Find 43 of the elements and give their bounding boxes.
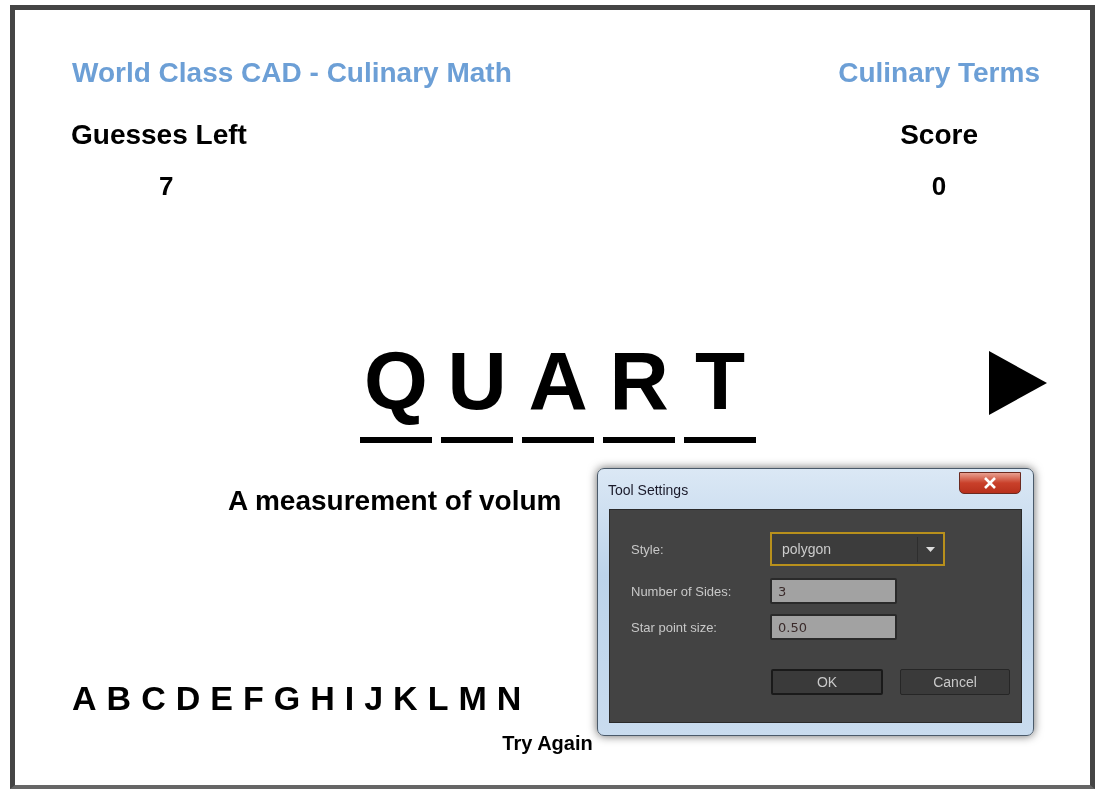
play-icon[interactable] <box>989 351 1047 415</box>
letter-key[interactable]: A <box>72 678 97 718</box>
guesses-value: 7 <box>159 170 174 203</box>
letter-key[interactable]: L <box>427 678 449 718</box>
letter-key[interactable]: I <box>344 678 355 718</box>
score-label: Score <box>900 118 978 152</box>
letter-underline <box>441 437 513 443</box>
letter-key[interactable]: E <box>210 678 233 718</box>
letter-key[interactable]: F <box>242 678 264 718</box>
letter-key[interactable]: D <box>175 678 201 718</box>
input-field[interactable]: 3 <box>770 578 897 604</box>
letter-key[interactable]: K <box>393 678 418 718</box>
style-dropdown[interactable]: polygon <box>770 532 945 566</box>
score-value: 0 <box>931 170 947 203</box>
dialog-button[interactable]: OK <box>771 669 883 695</box>
clue-text: A measurement of volum <box>228 484 562 518</box>
input-field[interactable]: 0.50 <box>770 614 897 640</box>
letter-underline <box>684 437 756 443</box>
letter-key[interactable]: J <box>364 678 384 718</box>
letter-underline <box>603 437 675 443</box>
app-title: World Class CAD - Culinary Math <box>72 56 512 90</box>
letter-key[interactable]: N <box>496 678 522 718</box>
letter-key[interactable]: M <box>458 678 487 718</box>
letter-key[interactable]: H <box>310 678 335 718</box>
letter-key[interactable]: C <box>141 678 166 718</box>
letter-underline <box>360 437 432 443</box>
letter-key[interactable]: B <box>106 678 132 718</box>
dialog-button[interactable]: Cancel <box>900 669 1010 695</box>
field-label: Star point size: <box>631 619 718 635</box>
letter-key[interactable]: G <box>273 678 301 718</box>
guesses-label: Guesses Left <box>71 118 247 152</box>
category-title: Culinary Terms <box>838 56 1040 90</box>
try-again-link[interactable]: Try Again <box>502 731 593 755</box>
word-letter: A <box>528 341 588 421</box>
dialog-title: Tool Settings <box>608 482 689 498</box>
field-label: Style: <box>631 541 665 557</box>
close-button[interactable] <box>959 472 1021 494</box>
field-label: Number of Sides: <box>631 583 733 599</box>
letter-underline <box>522 437 594 443</box>
word-letter: T <box>694 341 746 421</box>
word-letter: R <box>609 341 669 421</box>
word-letter: U <box>447 341 507 421</box>
close-icon <box>983 477 997 489</box>
